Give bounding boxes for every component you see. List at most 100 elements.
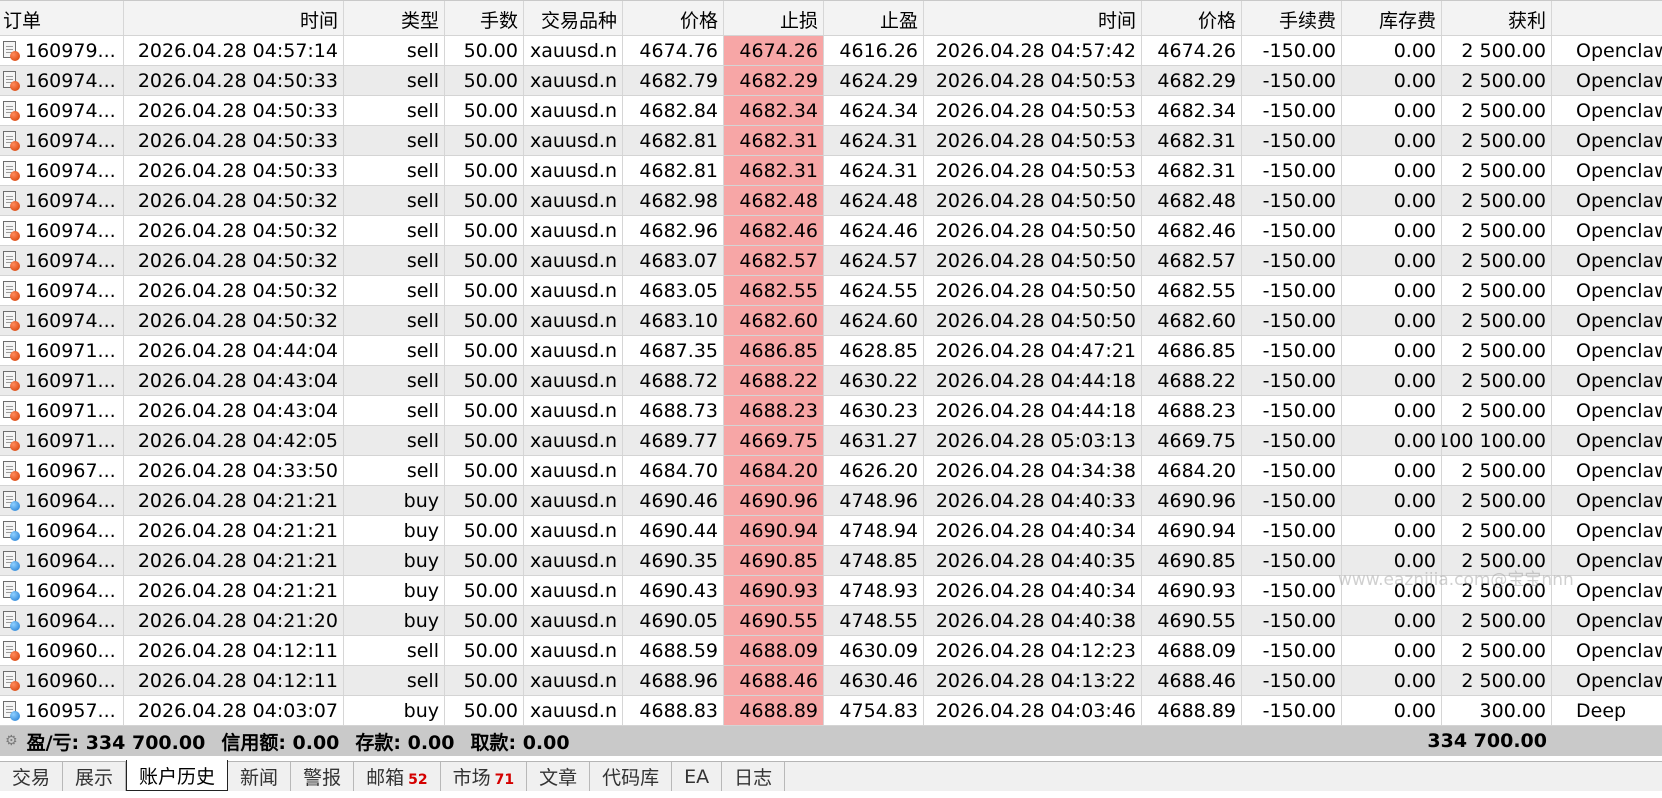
tab-7[interactable]: 文章 [527, 762, 591, 791]
table-row[interactable]: 160974... 2026.04.28 04:50:33 sell 50.00 xau… [0, 156, 1662, 186]
table-row[interactable]: 160979... 2026.04.28 04:57:14 sell 50.00 xau… [0, 36, 1662, 66]
cell-open_time: 2026.04.28 04:12:11 [124, 666, 344, 695]
tab-9[interactable]: EA [672, 762, 723, 791]
cell-commission: -150.00 [1242, 666, 1342, 695]
tab-2[interactable]: 账户历史 [126, 760, 229, 791]
order-number: 160964... [25, 549, 116, 572]
cell-swap: 0.00 [1342, 66, 1442, 95]
cell-profit: 2 500.00 [1442, 606, 1552, 635]
cell-comment: Openclaw [1576, 459, 1662, 482]
column-header-profit[interactable]: 获利 [1442, 1, 1552, 35]
column-header-symbol[interactable]: 交易品种 [524, 1, 623, 35]
table-row[interactable]: 160974... 2026.04.28 04:50:32 sell 50.00 xau… [0, 186, 1662, 216]
cell-commission: -150.00 [1242, 216, 1342, 245]
table-row[interactable]: 160974... 2026.04.28 04:50:32 sell 50.00 xau… [0, 246, 1662, 276]
table-row[interactable]: 160960... 2026.04.28 04:12:11 sell 50.00 xau… [0, 666, 1662, 696]
column-header-swap[interactable]: 库存费 [1342, 1, 1442, 35]
cell-close_price: 4674.26 [1142, 36, 1242, 65]
column-header-sl[interactable]: 止损 [724, 1, 824, 35]
sell-order-icon [3, 190, 20, 211]
cell-close_price: 4669.75 [1142, 426, 1242, 455]
table-row[interactable]: 160960... 2026.04.28 04:12:11 sell 50.00 xau… [0, 636, 1662, 666]
table-row[interactable]: 160974... 2026.04.28 04:50:32 sell 50.00 xau… [0, 276, 1662, 306]
order-number: 160971... [25, 399, 116, 422]
column-header-close_price[interactable]: 价格 [1142, 1, 1242, 35]
cell-close_price: 4682.31 [1142, 156, 1242, 185]
cell-open_time: 2026.04.28 04:21:21 [124, 516, 344, 545]
cell-open_price: 4682.96 [623, 216, 724, 245]
table-row[interactable]: 160957... 2026.04.28 04:03:07 buy 50.00 xauu… [0, 696, 1662, 726]
cell-tp: 4630.46 [824, 666, 924, 695]
column-header-comment[interactable] [1552, 1, 1662, 35]
cell-type: sell [344, 36, 445, 65]
column-header-order[interactable]: 订单 [0, 1, 124, 35]
cell-close_price: 4690.96 [1142, 486, 1242, 515]
summary-total-profit: 334 700.00 [1427, 730, 1547, 752]
cell-order: 160971... [0, 366, 124, 395]
column-header-type[interactable]: 类型 [344, 1, 445, 35]
cell-sl: 4682.46 [724, 216, 824, 245]
tab-1[interactable]: 展示 [63, 762, 127, 791]
column-header-open_time[interactable]: 时间 [124, 1, 344, 35]
cell-swap: 0.00 [1342, 96, 1442, 125]
cell-comment: Openclaw [1576, 639, 1662, 662]
cell-open_time: 2026.04.28 04:50:33 [124, 156, 344, 185]
cell-type: sell [344, 156, 445, 185]
cell-lots: 50.00 [445, 306, 524, 335]
sell-order-icon [3, 640, 20, 661]
cell-open_time: 2026.04.28 04:03:07 [124, 696, 344, 725]
tab-6[interactable]: 市场 71 [441, 762, 528, 791]
cell-lots: 50.00 [445, 576, 524, 605]
tab-5[interactable]: 邮箱 52 [354, 762, 441, 791]
table-row[interactable]: 160971... 2026.04.28 04:43:04 sell 50.00 xau… [0, 396, 1662, 426]
tab-4[interactable]: 警报 [291, 762, 355, 791]
cell-comment: Openclaw [1576, 579, 1662, 602]
table-row[interactable]: 160971... 2026.04.28 04:44:04 sell 50.00 xau… [0, 336, 1662, 366]
table-row[interactable]: 160964... 2026.04.28 04:21:21 buy 50.00 xauu… [0, 486, 1662, 516]
cell-open_price: 4688.96 [623, 666, 724, 695]
cell-swap: 0.00 [1342, 576, 1442, 605]
cell-close_time: 2026.04.28 04:34:38 [924, 456, 1142, 485]
cell-lots: 50.00 [445, 336, 524, 365]
column-header-lots[interactable]: 手数 [445, 1, 524, 35]
cell-commission: -150.00 [1242, 96, 1342, 125]
column-header-tp[interactable]: 止盈 [824, 1, 924, 35]
cell-profit: 2 500.00 [1442, 516, 1552, 545]
cell-tp: 4748.85 [824, 546, 924, 575]
cell-lots: 50.00 [445, 426, 524, 455]
cell-type: buy [344, 696, 445, 725]
cell-open_price: 4689.77 [623, 426, 724, 455]
tab-3[interactable]: 新闻 [228, 762, 292, 791]
table-row[interactable]: 160974... 2026.04.28 04:50:33 sell 50.00 xau… [0, 126, 1662, 156]
tab-label: 邮箱 [366, 767, 405, 789]
cell-type: sell [344, 636, 445, 665]
buy-order-icon [3, 550, 20, 571]
table-row[interactable]: 160974... 2026.04.28 04:50:33 sell 50.00 xau… [0, 96, 1662, 126]
tab-8[interactable]: 代码库 [590, 762, 673, 791]
table-row[interactable]: 160974... 2026.04.28 04:50:32 sell 50.00 xau… [0, 306, 1662, 336]
cell-tp: 4748.96 [824, 486, 924, 515]
cell-lots: 50.00 [445, 396, 524, 425]
table-row[interactable]: 160967... 2026.04.28 04:33:50 sell 50.00 xau… [0, 456, 1662, 486]
table-row[interactable]: 160964... 2026.04.28 04:21:21 buy 50.00 xauu… [0, 546, 1662, 576]
cell-type: sell [344, 66, 445, 95]
order-number: 160957... [25, 699, 116, 722]
table-row[interactable]: 160964... 2026.04.28 04:21:21 buy 50.00 xauu… [0, 516, 1662, 546]
cell-tp: 4624.34 [824, 96, 924, 125]
tab-label: EA [684, 765, 710, 788]
table-row[interactable]: 160964... 2026.04.28 04:21:20 buy 50.00 xauu… [0, 606, 1662, 636]
cell-type: sell [344, 216, 445, 245]
tab-10[interactable]: 日志 [722, 762, 786, 791]
tab-0[interactable]: 交易 [0, 762, 64, 791]
table-row[interactable]: 160971... 2026.04.28 04:42:05 sell 50.00 xau… [0, 426, 1662, 456]
table-row[interactable]: 160964... 2026.04.28 04:21:21 buy 50.00 xauu… [0, 576, 1662, 606]
summary-credit: 信用额: 0.00 [221, 731, 340, 754]
column-header-close_time[interactable]: 时间 [924, 1, 1142, 35]
table-row[interactable]: 160974... 2026.04.28 04:50:33 sell 50.00 xau… [0, 66, 1662, 96]
cell-order: 160974... [0, 66, 124, 95]
cell-type: sell [344, 186, 445, 215]
column-header-open_price[interactable]: 价格 [623, 1, 724, 35]
table-row[interactable]: 160971... 2026.04.28 04:43:04 sell 50.00 xau… [0, 366, 1662, 396]
table-row[interactable]: 160974... 2026.04.28 04:50:32 sell 50.00 xau… [0, 216, 1662, 246]
column-header-commission[interactable]: 手续费 [1242, 1, 1342, 35]
